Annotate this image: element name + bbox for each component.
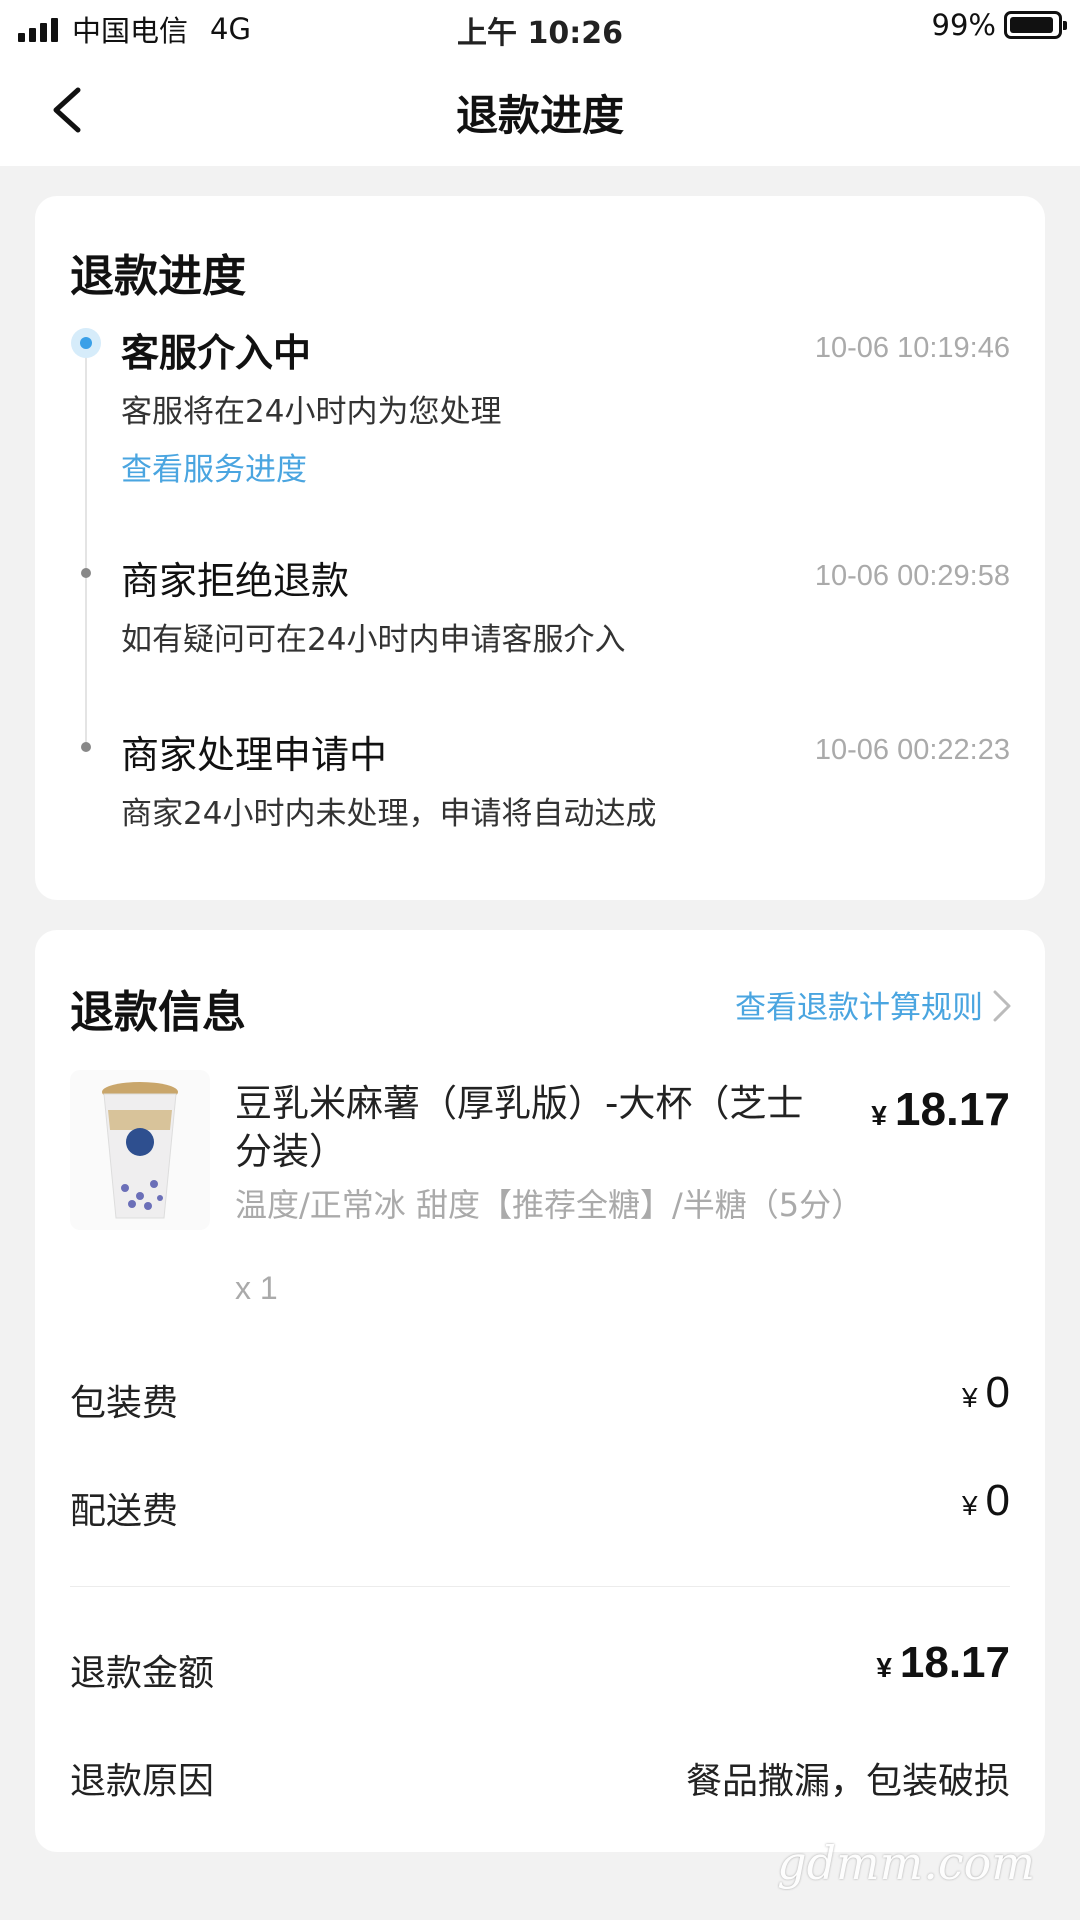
active-step-dot	[71, 328, 101, 358]
step-title: 商家拒绝退款	[121, 559, 350, 603]
status-bar: 中国电信 4G 上午 10:26 99%	[0, 0, 1080, 54]
step-desc: 如有疑问可在24小时内申请客服介入	[121, 622, 626, 658]
watermark: gdmm.com	[777, 1836, 1035, 1890]
refund-reason-value: 餐品撒漏，包装破损	[685, 1761, 1010, 1802]
refund-info-title: 退款信息	[70, 987, 246, 1038]
battery-percent: 99%	[931, 8, 996, 42]
delivery-fee-value: ¥0	[961, 1476, 1010, 1525]
view-service-progress-link[interactable]: 查看服务进度	[121, 444, 307, 489]
progress-title: 退款进度	[70, 251, 246, 302]
clock: 上午 10:26	[457, 16, 623, 51]
step-title: 客服介入中	[121, 331, 312, 375]
step-desc: 客服将在24小时内为您处理	[121, 394, 502, 430]
product-image	[70, 1070, 210, 1230]
packaging-fee-value: ¥0	[961, 1368, 1010, 1417]
product-name: 豆乳米麻薯（厚乳版）-大杯（芝士分装）	[235, 1082, 804, 1173]
progress-card: 退款进度 客服介入中 10-06 10:19:46 客服将在24小时内为您处理 …	[35, 196, 1045, 900]
timeline-line	[85, 344, 87, 744]
product-spec: 温度/正常冰 甜度【推荐全糖】/半糖（5分）	[235, 1186, 864, 1224]
refund-amount-value: ¥18.17	[876, 1638, 1010, 1687]
product-price: ¥18.17	[871, 1083, 1010, 1135]
product-qty: x 1	[235, 1270, 278, 1306]
nav-bar: 退款进度	[0, 54, 1080, 166]
refund-info-card: 退款信息 查看退款计算规则 豆乳米麻薯（厚乳版）-大杯（芝士分装） ¥18.17…	[35, 930, 1045, 1852]
step-time: 10-06 10:19:46	[814, 332, 1010, 364]
delivery-fee-label: 配送费	[70, 1491, 179, 1532]
packaging-fee-label: 包装费	[70, 1383, 179, 1424]
step-dot	[81, 568, 91, 578]
battery-icon	[1004, 11, 1067, 39]
step-time: 10-06 00:29:58	[814, 560, 1010, 592]
step-title: 商家处理申请中	[121, 733, 388, 777]
refund-amount-label: 退款金额	[70, 1653, 215, 1694]
refund-reason-label: 退款原因	[70, 1761, 215, 1802]
divider	[70, 1586, 1010, 1587]
status-right: 99%	[931, 8, 1067, 42]
step-time: 10-06 00:22:23	[814, 734, 1010, 766]
refund-rule-link[interactable]: 查看退款计算规则	[735, 982, 983, 1027]
step-desc: 商家24小时内未处理，申请将自动达成	[121, 796, 657, 832]
page-title: 退款进度	[455, 91, 624, 140]
chevron-right-icon[interactable]	[987, 988, 1017, 1024]
step-dot	[81, 742, 91, 752]
